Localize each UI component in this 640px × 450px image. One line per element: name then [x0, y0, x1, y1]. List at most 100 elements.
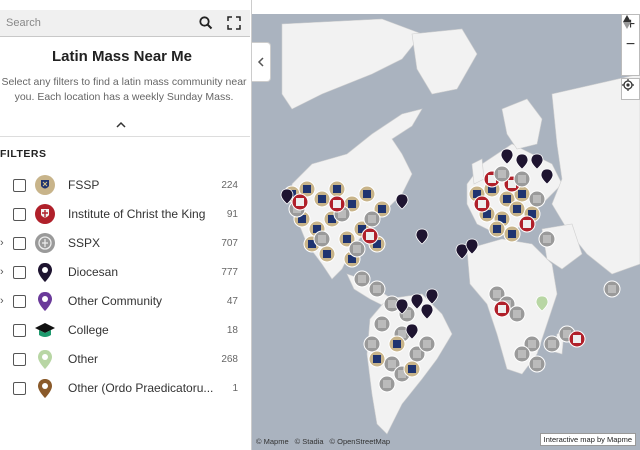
map-pin-marker[interactable] — [395, 193, 409, 210]
community-crest-marker[interactable] — [328, 195, 346, 213]
community-crest-marker[interactable] — [493, 165, 511, 183]
filter-row[interactable]: › Diocesan 777 — [0, 259, 250, 285]
filter-checkbox[interactable] — [13, 352, 26, 366]
zoom-controls: + − — [621, 14, 640, 76]
community-crest-marker[interactable] — [378, 375, 396, 393]
sspx-crest-icon — [35, 233, 55, 253]
community-crest-marker[interactable] — [368, 280, 386, 298]
community-crest-marker[interactable] — [328, 180, 346, 198]
filter-row[interactable]: › Other Community 47 — [0, 288, 250, 314]
community-crest-marker[interactable] — [488, 220, 506, 238]
community-crest-marker[interactable] — [363, 335, 381, 353]
filter-count: 707 — [221, 237, 238, 249]
community-crest-marker[interactable] — [353, 270, 371, 288]
community-crest-marker[interactable] — [568, 330, 586, 348]
community-crest-marker[interactable] — [508, 200, 526, 218]
search-input[interactable] — [0, 12, 193, 34]
map-credit[interactable]: Interactive map by Mapme — [539, 433, 636, 446]
filter-label: Diocesan — [68, 265, 119, 279]
chevron-right-icon[interactable]: › — [0, 295, 8, 307]
filter-checkbox[interactable] — [13, 236, 26, 250]
map-attribution: © Mapme © Stadia © OpenStreetMap — [256, 437, 390, 446]
community-crest-marker[interactable] — [508, 305, 526, 323]
locate-button[interactable] — [622, 79, 639, 99]
land-greenland — [411, 28, 478, 95]
zoom-out-button[interactable]: − — [622, 35, 639, 55]
world-map — [280, 18, 640, 435]
divider — [0, 136, 250, 137]
community-crest-marker[interactable] — [388, 335, 406, 353]
filter-checkbox[interactable] — [13, 207, 26, 221]
community-crest-marker[interactable] — [418, 335, 436, 353]
sidebar: Latin Mass Near Me Select any filters to… — [0, 0, 252, 450]
filters-heading: FILTERS — [0, 148, 47, 160]
filter-checkbox[interactable] — [13, 381, 26, 395]
community-crest-marker[interactable] — [503, 225, 521, 243]
filter-count: 777 — [221, 266, 238, 278]
chevron-right-icon[interactable]: › — [0, 266, 8, 278]
community-crest-marker[interactable] — [313, 230, 331, 248]
filter-label: College — [68, 323, 109, 337]
community-crest-marker[interactable] — [318, 245, 336, 263]
filter-row[interactable]: FSSP 224 — [0, 172, 250, 198]
filter-checkbox[interactable] — [13, 178, 26, 192]
filter-row[interactable]: › SSPX 707 — [0, 230, 250, 256]
attribution-stadia[interactable]: © Stadia — [295, 437, 324, 446]
attribution-mapme[interactable]: © Mapme — [256, 437, 289, 446]
filter-row[interactable]: Other (Ordo Praedicatoru... 1 — [0, 375, 250, 401]
community-crest-marker[interactable] — [473, 195, 491, 213]
map-pin-marker[interactable] — [415, 228, 429, 245]
fssp-crest-icon — [35, 175, 55, 195]
fullscreen-icon[interactable] — [226, 15, 242, 31]
community-crest-marker[interactable] — [363, 210, 381, 228]
collapse-panel-button[interactable] — [252, 42, 271, 82]
filter-row[interactable]: Institute of Christ the King 91 — [0, 201, 250, 227]
community-crest-marker[interactable] — [518, 215, 536, 233]
filter-checkbox[interactable] — [13, 265, 26, 279]
community-crest-marker[interactable] — [528, 355, 546, 373]
chevron-up-icon[interactable] — [114, 120, 128, 130]
land-scandinavia — [501, 98, 543, 150]
community-crest-marker[interactable] — [603, 280, 621, 298]
filter-label: SSPX — [68, 236, 101, 250]
filter-row[interactable]: Other 268 — [0, 346, 250, 372]
map-pin-brown-icon — [38, 379, 52, 398]
filter-label: FSSP — [68, 178, 100, 192]
search-bar — [0, 10, 250, 37]
locate-control — [621, 78, 640, 100]
map-pin-purple-icon — [38, 292, 52, 311]
community-crest-marker[interactable] — [528, 190, 546, 208]
community-crest-marker[interactable] — [368, 350, 386, 368]
community-crest-marker[interactable] — [373, 315, 391, 333]
community-crest-marker[interactable] — [361, 227, 379, 245]
map-pin-dark-icon — [38, 263, 52, 282]
community-crest-marker[interactable] — [493, 300, 511, 318]
community-crest-marker[interactable] — [543, 335, 561, 353]
filter-checkbox[interactable] — [13, 323, 26, 337]
filter-count: 47 — [226, 295, 238, 307]
chevron-right-icon[interactable]: › — [0, 237, 8, 249]
filter-checkbox[interactable] — [13, 294, 26, 308]
graduation-cap-icon — [35, 323, 55, 337]
attribution-osm[interactable]: © OpenStreetMap — [330, 437, 391, 446]
map-canvas[interactable]: + − © Mapme © Stadia © OpenStreetMap Int… — [252, 14, 640, 450]
chevron-left-icon — [257, 57, 264, 67]
community-crest-marker[interactable] — [348, 240, 366, 258]
community-crest-marker[interactable] — [538, 230, 556, 248]
filter-count: 18 — [226, 324, 238, 336]
filter-row[interactable]: College 18 — [0, 317, 250, 343]
filter-label: Institute of Christ the King — [68, 207, 206, 221]
filter-label: Other Community — [68, 294, 163, 308]
community-crest-marker[interactable] — [513, 170, 531, 188]
community-crest-marker[interactable] — [358, 185, 376, 203]
search-icon[interactable] — [198, 15, 214, 31]
community-crest-marker[interactable] — [291, 193, 309, 211]
filter-count: 1 — [232, 382, 238, 394]
locate-icon — [622, 79, 634, 91]
page-description: Select any filters to find a latin mass … — [1, 76, 247, 103]
community-crest-marker[interactable] — [403, 360, 421, 378]
filter-label: Other — [68, 352, 99, 366]
community-crest-marker[interactable] — [313, 190, 331, 208]
compass-button[interactable] — [622, 15, 639, 75]
community-crest-marker[interactable] — [513, 345, 531, 363]
